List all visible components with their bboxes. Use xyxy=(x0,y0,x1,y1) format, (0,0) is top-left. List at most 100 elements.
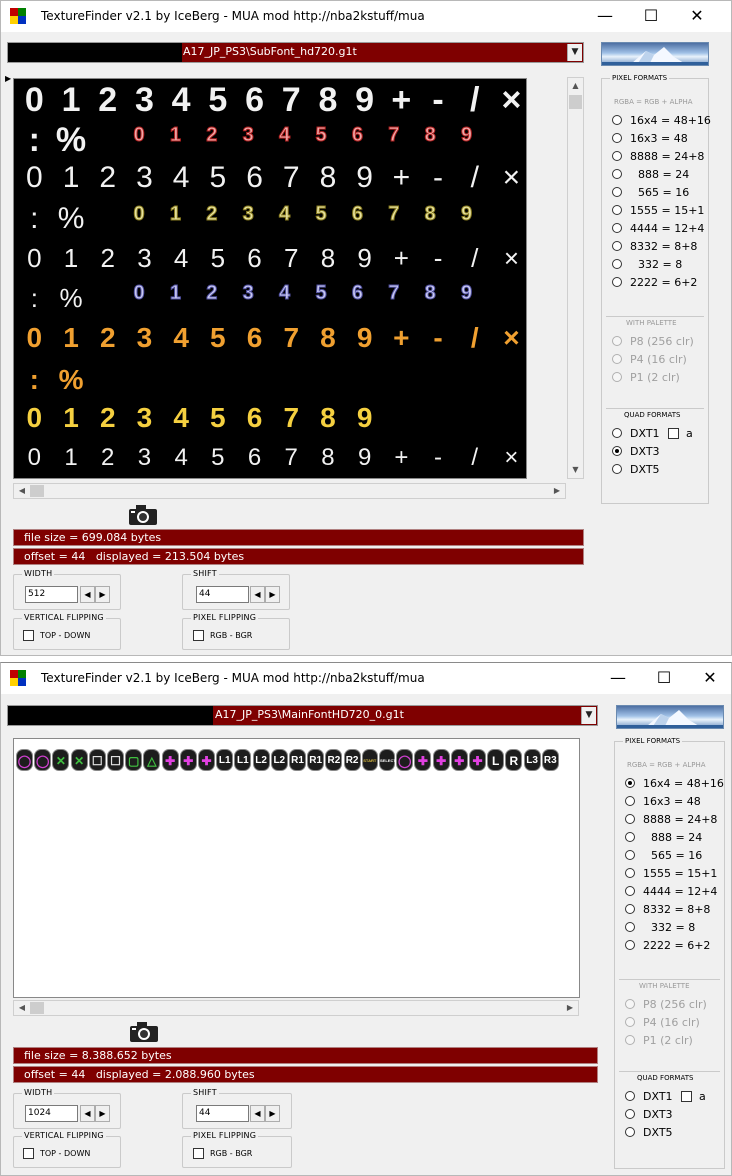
glyph: 7 xyxy=(284,444,298,471)
format-radio-1[interactable] xyxy=(612,133,622,143)
format-radio-5[interactable] xyxy=(625,868,635,878)
width-decrease-button[interactable]: ◀ xyxy=(80,586,95,603)
file-path-dropdown[interactable]: A17_JP_PS3\SubFont_hd720.g1t ▼ xyxy=(7,42,584,63)
quad-radio-2[interactable] xyxy=(612,464,622,474)
palette-radio-1[interactable] xyxy=(612,354,622,364)
small-digit-glyph: 8 xyxy=(424,124,436,147)
format-radio-0[interactable] xyxy=(625,778,635,788)
width-input[interactable]: 512 xyxy=(25,586,78,603)
vertical-scrollbar[interactable]: ▲ ▼ xyxy=(567,77,584,479)
shift-decrease-button[interactable]: ◀ xyxy=(250,1105,265,1122)
quad-radio-0[interactable] xyxy=(612,428,622,438)
format-label-4: 565 = 16 xyxy=(651,849,703,862)
format-label-2: 8888 = 24+8 xyxy=(630,150,705,163)
glyph: - xyxy=(433,243,443,273)
texture-preview[interactable]: 0 1 2 3 4 5 6 7 8 9 + - / ×:% 0 1 2 3 4 5 6 7 8 9 0 1 2 3 4 5 6 7 8 9 + - / ×… xyxy=(13,78,527,479)
scroll-thumb[interactable] xyxy=(30,485,44,497)
horizontal-scrollbar[interactable]: ◀ ▶ xyxy=(13,483,566,499)
format-radio-4[interactable] xyxy=(625,850,635,860)
scroll-up-arrow[interactable]: ▲ xyxy=(568,78,583,94)
width-increase-button[interactable]: ▶ xyxy=(95,1105,110,1122)
rgba-label: RGBA = RGB + ALPHA xyxy=(627,761,706,769)
scroll-left-arrow[interactable]: ◀ xyxy=(14,1001,30,1015)
scroll-down-arrow[interactable]: ▼ xyxy=(568,462,583,478)
format-radio-8[interactable] xyxy=(625,922,635,932)
format-radio-0[interactable] xyxy=(612,115,622,125)
scroll-thumb[interactable] xyxy=(569,95,582,109)
glyph: : xyxy=(30,283,38,313)
chevron-down-icon[interactable]: ▼ xyxy=(581,707,596,724)
rgb-bgr-label: RGB - BGR xyxy=(210,631,253,640)
controller-button-glyph: ✚ xyxy=(198,749,215,771)
rgb-bgr-label: RGB - BGR xyxy=(210,1149,253,1158)
small-digit-glyph: 4 xyxy=(279,124,291,147)
scroll-thumb[interactable] xyxy=(30,1002,44,1014)
shift-input[interactable]: 44 xyxy=(196,1105,249,1122)
width-decrease-button[interactable]: ◀ xyxy=(80,1105,95,1122)
glyph: 6 xyxy=(247,444,262,471)
format-radio-7[interactable] xyxy=(625,904,635,914)
texture-preview[interactable]: ◯ ◯ ✕ ✕ ☐ ☐ ▢ △ ✚ ✚ ✚ L1 L1 L2 L2 R1 R1 R2 R2 START SELECT ◯ ✚… xyxy=(13,738,580,998)
glyph: / xyxy=(471,243,479,273)
quad-radio-0[interactable] xyxy=(625,1091,635,1101)
top-down-checkbox[interactable] xyxy=(23,1148,34,1159)
glyph-row: 0 1 2 3 4 5 6 7 8 9 + - / × xyxy=(14,319,526,355)
controller-button-glyph: ◯ xyxy=(34,749,52,771)
format-radio-9[interactable] xyxy=(625,940,635,950)
glyph: 0 xyxy=(24,81,44,119)
format-radio-2[interactable] xyxy=(612,151,622,161)
width-increase-button[interactable]: ▶ xyxy=(95,586,110,603)
glyph: 2 xyxy=(100,243,115,273)
alpha-checkbox[interactable] xyxy=(681,1091,692,1102)
format-radio-7[interactable] xyxy=(612,241,622,251)
width-input[interactable]: 1024 xyxy=(25,1105,78,1122)
format-radio-6[interactable] xyxy=(625,886,635,896)
glyph: 7 xyxy=(282,161,300,194)
controller-button-glyph: SELECT xyxy=(379,749,396,771)
glyph: 9 xyxy=(357,243,372,273)
top-down-checkbox[interactable] xyxy=(23,630,34,641)
shift-decrease-button[interactable]: ◀ xyxy=(250,586,265,603)
file-path-dropdown[interactable]: A17_JP_PS3\MainFontHD720_0.g1t ▼ xyxy=(7,705,598,726)
scroll-left-arrow[interactable]: ◀ xyxy=(14,484,30,498)
rgb-bgr-checkbox[interactable] xyxy=(193,1148,204,1159)
alpha-checkbox[interactable] xyxy=(668,428,679,439)
palette-radio-1[interactable] xyxy=(625,1017,635,1027)
camera-icon[interactable] xyxy=(128,504,158,526)
chevron-down-icon[interactable]: ▼ xyxy=(567,44,582,61)
shift-input[interactable]: 44 xyxy=(196,586,249,603)
scroll-right-arrow[interactable]: ▶ xyxy=(549,484,565,498)
format-radio-1[interactable] xyxy=(625,796,635,806)
palette-radio-0[interactable] xyxy=(625,999,635,1009)
format-radio-6[interactable] xyxy=(612,223,622,233)
palette-radio-2[interactable] xyxy=(625,1035,635,1045)
format-radio-2[interactable] xyxy=(625,814,635,824)
format-radio-3[interactable] xyxy=(612,169,622,179)
rgb-bgr-checkbox[interactable] xyxy=(193,630,204,641)
glyph: 8 xyxy=(320,402,336,433)
format-radio-9[interactable] xyxy=(612,277,622,287)
maximize-button[interactable]: ☐ xyxy=(641,663,687,694)
format-radio-4[interactable] xyxy=(612,187,622,197)
maximize-button[interactable]: ☐ xyxy=(628,1,674,32)
section-divider xyxy=(606,408,704,409)
palette-radio-0[interactable] xyxy=(612,336,622,346)
glyph: 5 xyxy=(209,161,227,194)
close-button[interactable]: ✕ xyxy=(674,1,720,32)
iceberg-logo xyxy=(616,705,724,729)
horizontal-scrollbar[interactable]: ◀ ▶ xyxy=(13,1000,579,1016)
minimize-button[interactable]: — xyxy=(582,1,628,32)
camera-icon[interactable] xyxy=(129,1021,159,1043)
close-button[interactable]: ✕ xyxy=(687,663,732,694)
minimize-button[interactable]: — xyxy=(595,663,641,694)
shift-increase-button[interactable]: ▶ xyxy=(265,586,280,603)
shift-increase-button[interactable]: ▶ xyxy=(265,1105,280,1122)
format-radio-3[interactable] xyxy=(625,832,635,842)
quad-radio-1[interactable] xyxy=(625,1109,635,1119)
format-radio-8[interactable] xyxy=(612,259,622,269)
format-radio-5[interactable] xyxy=(612,205,622,215)
quad-radio-1[interactable] xyxy=(612,446,622,456)
quad-radio-2[interactable] xyxy=(625,1127,635,1137)
scroll-right-arrow[interactable]: ▶ xyxy=(562,1001,578,1015)
palette-radio-2[interactable] xyxy=(612,372,622,382)
